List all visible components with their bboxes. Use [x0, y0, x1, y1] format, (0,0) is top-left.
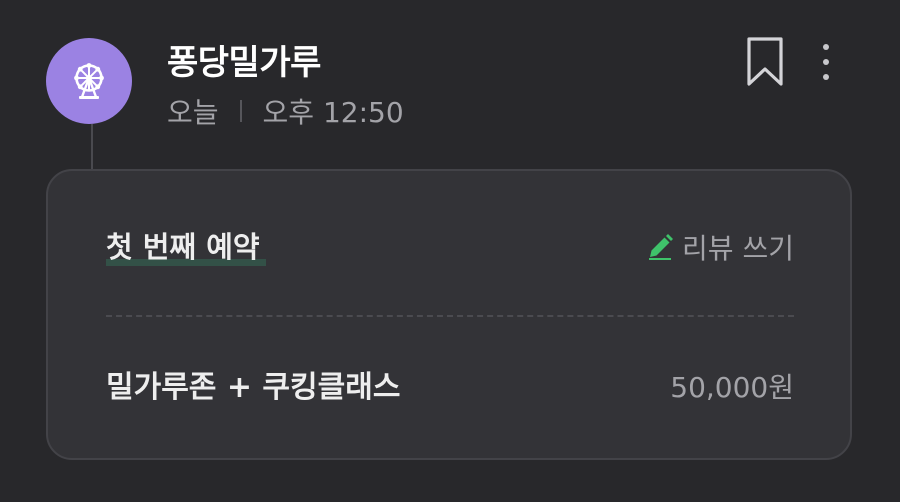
- reserved-item-price: 50,000원: [670, 371, 794, 404]
- write-review-label: 리뷰 쓰기: [682, 232, 794, 265]
- bookmark-icon: [744, 37, 786, 92]
- store-avatar[interactable]: [46, 38, 132, 124]
- more-vertical-icon: [812, 44, 840, 90]
- timeline-connector: [91, 124, 93, 170]
- meta-separator: [239, 100, 242, 122]
- reservation-card[interactable]: 첫 번째 예약 리뷰 쓰기 밀가루존 + 쿠킹클래스 50,000원: [46, 169, 852, 460]
- ferris-wheel-icon: [69, 61, 109, 101]
- bookmark-button[interactable]: [744, 36, 786, 88]
- write-review-button[interactable]: 리뷰 쓰기: [646, 226, 794, 268]
- reserved-item-name: 밀가루존 + 쿠킹클래스: [106, 370, 401, 405]
- more-options-button[interactable]: [812, 40, 840, 86]
- post-date: 오늘: [167, 96, 219, 129]
- reservation-feed-item: 퐁당밀가루 오늘 오후 12:50 첫 번째 예약 리뷰 쓰기 밀가루존 + 쿠…: [0, 0, 900, 502]
- post-time: 오후 12:50: [262, 96, 404, 129]
- dashed-divider: [106, 315, 794, 317]
- post-meta: 오늘 오후 12:50: [167, 91, 404, 131]
- pencil-icon: [646, 233, 682, 261]
- reservation-count-badge: 첫 번째 예약: [106, 230, 260, 264]
- store-name[interactable]: 퐁당밀가루: [167, 38, 321, 88]
